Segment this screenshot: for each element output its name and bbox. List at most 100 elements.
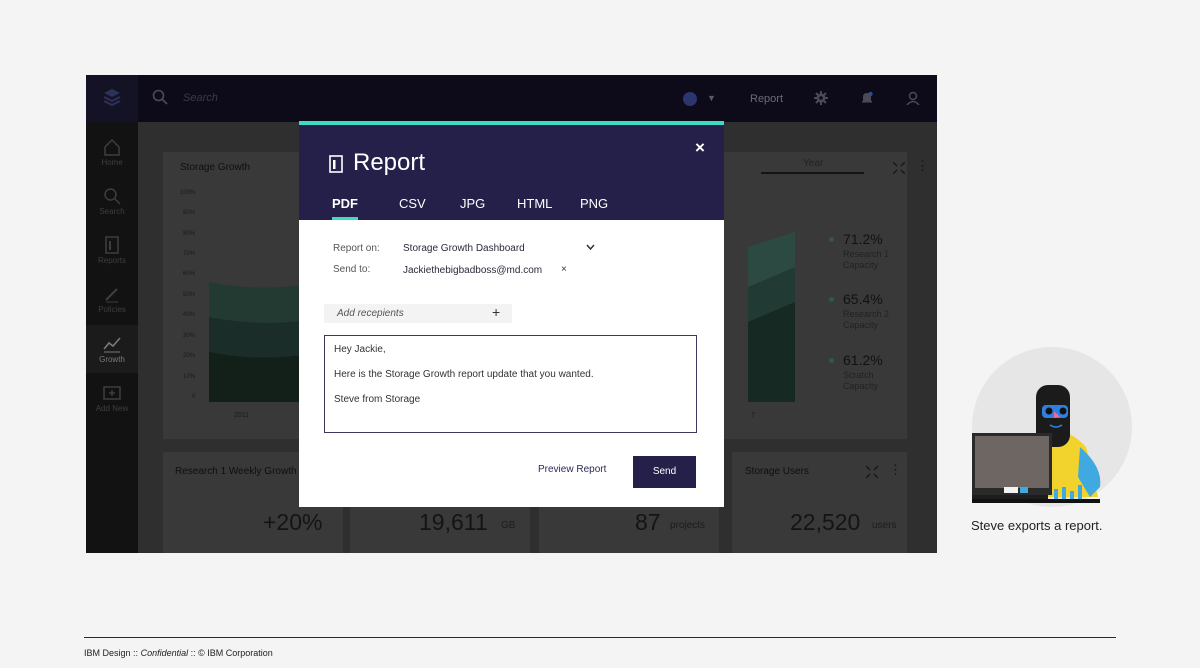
sidebar-item-label: Add New [95,404,129,413]
sidebar-item-label: Home [101,158,123,167]
top-bar: Search ▼ Report [86,75,937,122]
footer-separator: :: [190,648,196,658]
tab-jpg[interactable]: JPG [460,196,485,220]
settings-icon[interactable] [814,91,828,105]
message-textarea[interactable]: Hey Jackie, Here is the Storage Growth r… [324,335,697,433]
card-title: Research 1 Weekly Growth [175,466,297,477]
modal-header: Report × PDF CSV JPG HTML PNG [299,121,724,220]
report-on-label: Report on: [333,243,380,254]
legend-label: Research 2 Capacity [843,309,890,330]
sidebar-item-search[interactable]: Search [86,177,138,225]
growth-chart-icon [103,337,121,353]
footer: IBM Design :: Confidential :: © IBM Corp… [84,648,273,658]
legend-dot [829,237,834,242]
tab-png[interactable]: PNG [580,196,608,220]
footer-brand: IBM Design [84,648,131,658]
send-to-label: Send to: [333,264,371,275]
globe-icon[interactable] [683,92,697,106]
overflow-menu-icon[interactable]: ⋮ [889,462,902,478]
kpi-value: 87 [635,509,661,535]
tab-pdf[interactable]: PDF [332,196,358,220]
kpi-value: +20% [263,509,323,535]
legend-pct: 65.4% [843,291,883,307]
report-link[interactable]: Report [750,93,783,105]
x-tick: 7 [751,412,755,419]
y-tick: 100% [180,190,196,196]
footer-confidential: Confidential [140,648,189,658]
close-icon[interactable]: × [695,138,705,158]
modal-title: Report [353,149,426,176]
send-button[interactable]: Send [633,456,696,488]
sidebar-item-growth[interactable]: Growth [86,325,138,373]
legend-label: Research 1 Capacity [843,249,890,270]
period-tab-year[interactable]: Year [803,158,823,169]
search-input[interactable]: Search [183,92,218,104]
preview-report-button[interactable]: Preview Report [538,464,606,475]
tab-csv[interactable]: CSV [399,196,426,220]
y-tick: 60% [183,271,196,277]
add-recipients-input[interactable]: Add recepients [324,304,512,323]
y-tick: 0 [192,394,196,400]
sidebar-item-label: Growth [99,355,125,364]
sidebar-item-home[interactable]: Home [86,128,138,176]
kpi-unit: projects [670,520,706,531]
recipient-email: Jackiethebigbadboss@md.com [403,265,543,276]
add-new-icon [103,386,121,400]
y-tick: 80% [183,231,196,237]
kpi-unit: users [872,520,897,531]
sidebar: Home Search Reports Policies Growth Add … [86,122,138,553]
footer-copyright: © IBM Corporation [198,648,273,658]
y-tick: 20% [183,353,196,359]
legend-pct: 61.2% [843,352,883,368]
message-line: Steve from Storage [334,394,421,405]
kpi-card: Storage Users 22,520 users ⋮ [732,452,907,553]
steve-illustration [972,347,1132,507]
reports-icon [105,236,119,254]
tab-html[interactable]: HTML [517,196,552,220]
y-tick: 50% [183,292,196,298]
sidebar-item-reports[interactable]: Reports [86,226,138,274]
area-chart-right [748,232,795,402]
y-tick: 10% [183,374,196,380]
illustration-caption: Steve exports a report. [971,518,1103,533]
home-icon [104,138,120,156]
y-tick: 90% [183,210,196,216]
kpi-value: 19,611 [419,509,488,535]
notification-icon[interactable] [860,91,874,105]
footer-separator: :: [133,648,139,658]
sidebar-item-add-new[interactable]: Add New [86,374,138,422]
expand-icon[interactable] [893,162,905,174]
sidebar-item-label: Reports [97,256,126,265]
chevron-down-icon[interactable]: ▼ [707,93,716,103]
ibm-logo-icon[interactable] [86,75,138,122]
card-title: Storage Users [745,466,809,477]
legend-dot [829,297,834,302]
kpi-value: 22,520 [790,509,861,535]
x-tick: 2011 [234,412,250,419]
overflow-menu-icon[interactable]: ⋮ [916,158,929,174]
sidebar-item-policies[interactable]: Policies [86,275,138,323]
kpi-unit: GB [501,520,516,531]
report-on-select[interactable]: Storage Growth Dashboard [403,243,525,254]
user-icon[interactable] [906,91,920,105]
search-icon[interactable] [152,89,168,105]
report-modal: Report × PDF CSV JPG HTML PNG Report on:… [299,121,724,507]
y-tick: 30% [183,333,196,339]
sidebar-item-label: Search [99,207,125,216]
footer-divider [84,637,1116,638]
search-icon [104,188,121,205]
add-icon[interactable]: + [492,304,500,320]
sidebar-item-label: Policies [98,305,126,314]
message-line: Here is the Storage Growth report update… [334,369,594,380]
remove-recipient-icon[interactable]: × [561,264,567,275]
pencil-icon [105,288,118,303]
expand-icon[interactable] [866,466,878,478]
chevron-down-icon[interactable] [586,244,595,250]
message-line: Hey Jackie, [334,344,386,355]
y-tick: 40% [183,312,196,318]
card-title: Storage Growth [180,162,251,173]
add-recipients-placeholder: Add recepients [337,308,404,319]
area-chart-left [209,282,309,402]
y-tick: 70% [183,251,196,257]
legend-pct: 71.2% [843,231,883,247]
